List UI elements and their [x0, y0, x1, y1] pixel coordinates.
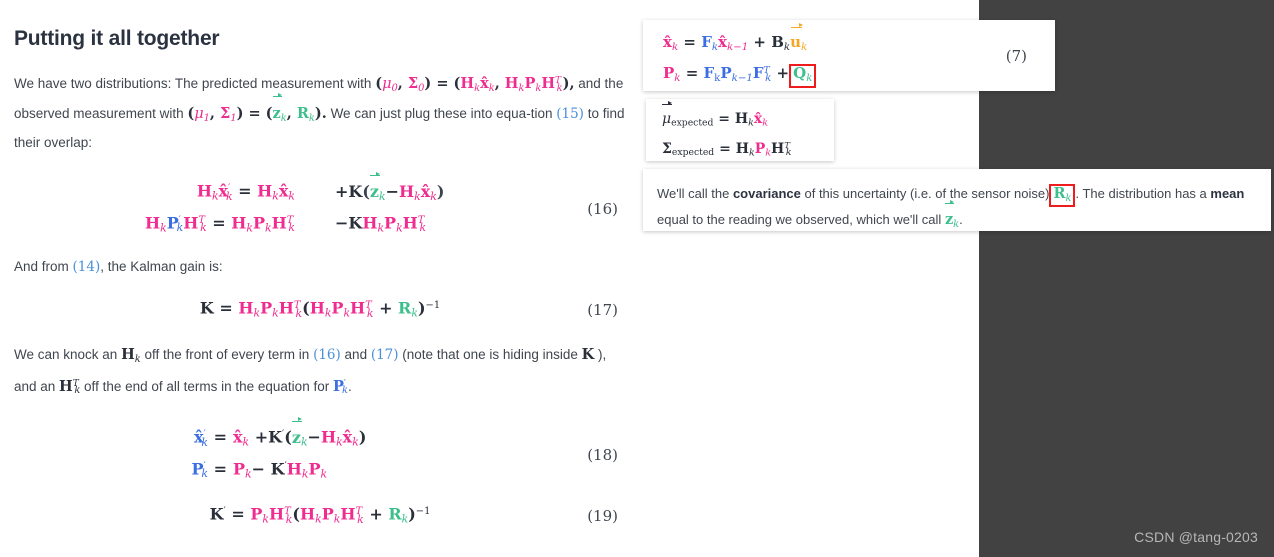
equation-16-block: Hkx̂′k = Hkx̂k +K(zk−Hkx̂k) HkP′kHTk = Hk… — [14, 171, 626, 240]
paragraph-intro-text-c: We can just plug these into equa-tion — [326, 105, 557, 121]
equation-19-number: (19) — [587, 507, 618, 526]
card-equation-7: x̂k = Fkx̂k−1 + Bkuk Pk = FkPk−1FTk + Qk … — [643, 20, 1055, 91]
highlight-box-Rk: Rk — [1049, 184, 1076, 208]
equation-18-number: (18) — [587, 445, 618, 464]
math-zk-vector: zk — [945, 199, 959, 230]
card-equation-7-body: x̂k = Fkx̂k−1 + Bkuk Pk = FkPk−1FTk + Qk — [643, 20, 1055, 90]
paragraph-knock-text-c: and — [340, 346, 371, 362]
math-predicted-distribution: (μ0, Σ0) = (Hkx̂k, HkPkHTk), — [375, 74, 575, 94]
equation-ref-15[interactable]: (15) — [556, 106, 584, 122]
card-note-text-e: . — [959, 212, 963, 228]
paragraph-intro: We have two distributions: The predicted… — [14, 69, 626, 155]
equation-17-number: (17) — [587, 301, 618, 320]
page-title: Putting it all together — [14, 27, 220, 50]
equation-18-line-1: x̂′k = x̂k +K′(zk−Hkx̂k) — [193, 417, 367, 449]
math-Hk-inline: Hk — [121, 345, 141, 365]
card-note-bold-mean: mean — [1210, 186, 1245, 201]
math-K-inline: K — [581, 345, 595, 363]
equation-19-block: K′ = PkHTk(HkPkHTk + Rk)−1 (19) — [14, 500, 626, 531]
card-note-text: We'll call the covariance of this uncert… — [657, 181, 1257, 237]
paragraph-intro-text-a: We have two distributions: The predicted… — [14, 75, 376, 91]
card-note-covariance: We'll call the covariance of this uncert… — [643, 169, 1271, 231]
paragraph-knock-text-g: . — [347, 378, 352, 394]
highlight-box-Qk: Qk — [789, 63, 817, 88]
card-note-bold-covariance: covariance — [732, 186, 801, 201]
card-expected-distribution: μexpected = Hkx̂k Σexpected = HkPkHTk — [646, 99, 834, 161]
card-note-text-d: equal to the reading we observed, which … — [657, 212, 945, 228]
paragraph-kalman-gain: And from (14), the Kalman gain is: — [14, 254, 626, 280]
card-note-text-b: of this uncertainty (i.e. of the sensor … — [800, 186, 1050, 201]
paragraph-knock-text-f: off the end of all terms in the equation… — [80, 378, 333, 394]
paragraph-knock-text-d: (note that one is hiding inside — [398, 346, 582, 362]
equation-18-block: x̂′k = x̂k +K′(zk−Hkx̂k) P′k = Pk− K′HkPk … — [14, 417, 626, 486]
card-equation-7-number: (7) — [1005, 46, 1027, 65]
card-equation-7-line-1: x̂k = Fkx̂k−1 + Bkuk — [663, 23, 808, 53]
equation-16-line-2: HkP′kHTk = HkPkHTk −KHkPkHTk — [144, 213, 427, 235]
paragraph-knock-text-a: We can knock an — [14, 346, 122, 362]
equation-ref-16[interactable]: (16) — [313, 347, 341, 363]
math-observed-distribution: (μ1, Σ1) = (zk, Rk). — [187, 93, 327, 123]
paragraph-knock-text-b: off the front of every term in — [140, 346, 314, 362]
equation-ref-14[interactable]: (14) — [73, 259, 101, 275]
paragraph-update-step: …giving us the complete equations for th… — [14, 550, 626, 557]
watermark-label: CSDN @tang-0203 — [1134, 529, 1258, 545]
equation-16-line-1: Hkx̂′k = Hkx̂k +K(zk−Hkx̂k) — [196, 171, 445, 203]
equation-19-body: K′ = PkHTk(HkPkHTk + Rk)−1 — [209, 504, 431, 526]
math-HkT-inline: HTk — [59, 377, 81, 397]
card-note-text-a: We'll call the — [657, 186, 733, 201]
screenshot-root: CSDN @tang-0203 Putting it all together … — [0, 0, 1274, 557]
equation-16-body: Hkx̂′k = Hkx̂k +K(zk−Hkx̂k) HkP′kHTk = Hk… — [14, 171, 626, 240]
card-equation-7-line-2: Pk = FkPk−1FTk + Qk — [663, 59, 1055, 90]
math-Pk-prime-inline: P′k — [332, 377, 348, 397]
paragraph-kalman-gain-text-b: , the Kalman gain is: — [100, 259, 223, 275]
card-expected-line-2: Σexpected = HkPkHTk — [662, 140, 792, 159]
equation-18-body: x̂′k = x̂k +K′(zk−Hkx̂k) P′k = Pk− K′HkPk — [14, 417, 626, 486]
equation-17-block: K = HkPkHTk(HkPkHTk + Rk)−1 (17) — [14, 294, 626, 325]
article-column: Putting it all together We have two dist… — [0, 0, 640, 557]
equation-18-line-2: P′k = Pk− K′HkPk — [191, 459, 328, 481]
card-expected-body: μexpected = Hkx̂k Σexpected = HkPkHTk — [646, 99, 834, 164]
paragraph-kalman-gain-text-a: And from — [14, 259, 73, 275]
equation-ref-17b[interactable]: (17) — [371, 347, 399, 363]
paragraph-knock-off: We can knock an Hk off the front of ever… — [14, 342, 626, 403]
card-expected-line-1: μexpected = Hkx̂k — [662, 100, 834, 135]
card-note-text-c: . The distribution has a — [1075, 186, 1211, 201]
equation-17-body: K = HkPkHTk(HkPkHTk + Rk)−1 — [199, 298, 441, 320]
equation-16-number: (16) — [587, 199, 618, 218]
